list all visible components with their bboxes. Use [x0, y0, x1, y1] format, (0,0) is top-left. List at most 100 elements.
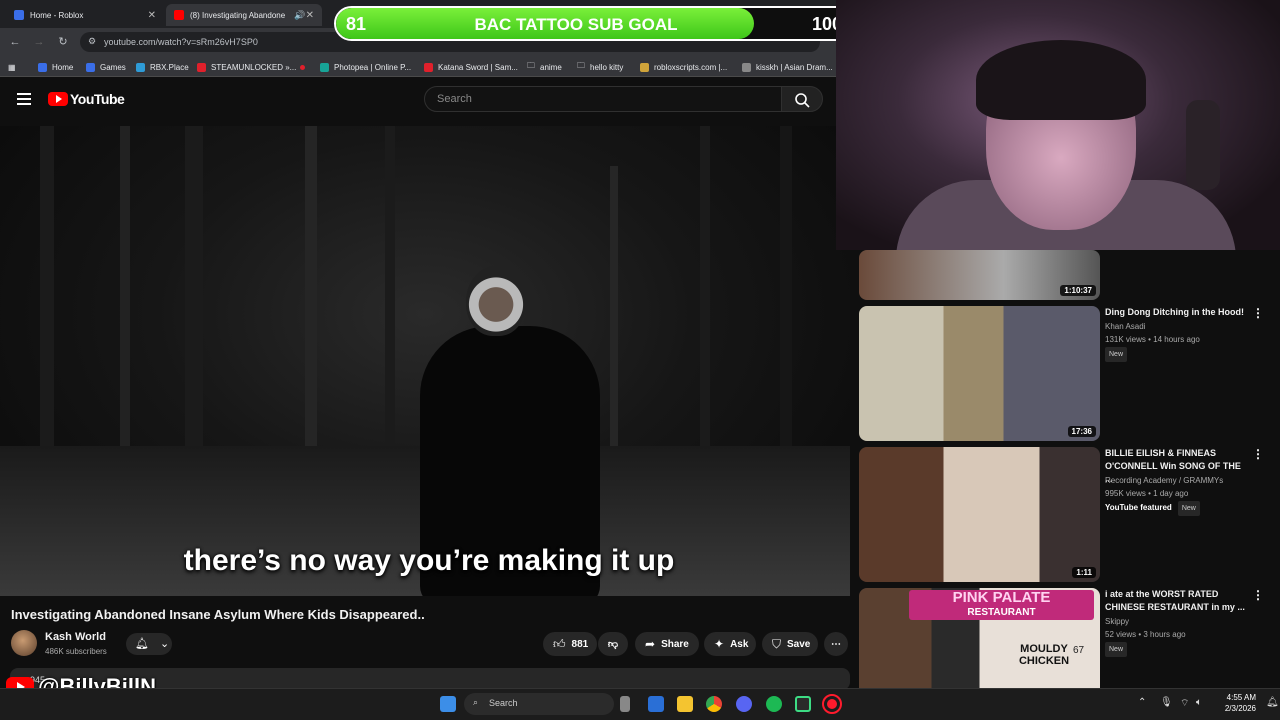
mic-icon[interactable]: 🎙︎ [1160, 697, 1173, 708]
apps-grid-icon[interactable]: ▦ [8, 60, 16, 74]
close-icon[interactable]: ✕ [148, 10, 156, 21]
recommendation-thumbnail[interactable]: 17:36 [859, 306, 1100, 441]
spotify-icon[interactable] [766, 696, 782, 712]
tab-label: (8) Investigating Abandone [190, 10, 286, 20]
ask-label: Ask [730, 638, 749, 650]
youtube-logo-text[interactable]: YouTube [70, 91, 125, 107]
chevron-down-icon: ⌄ [160, 638, 170, 650]
recommendation-title[interactable]: i ate at the WORST RATED CHINESE RESTAUR… [1105, 588, 1245, 614]
channel-name[interactable]: Kash World [45, 631, 106, 643]
thumbnail-rating: 67 [1073, 645, 1085, 656]
file-explorer-icon[interactable] [677, 696, 693, 712]
opera-icon[interactable] [822, 694, 842, 714]
subscriber-count: 486K subscribers [45, 647, 107, 656]
hamburger-menu-icon[interactable] [17, 93, 31, 105]
clock-time: 4:55 AM [1226, 693, 1256, 702]
bookmark-kisskh[interactable]: kisskh | Asian Dram... [742, 60, 833, 74]
close-icon[interactable]: ✕ [306, 10, 314, 21]
recommendation-channel[interactable]: Khan Asadi [1105, 320, 1145, 333]
like-count: 881 [571, 638, 589, 650]
tab-youtube-video[interactable]: (8) Investigating Abandone 🔊 ✕ [166, 4, 322, 26]
bookmark-favicon-icon [136, 62, 145, 72]
bookmark-label: Home [52, 62, 74, 72]
like-button[interactable]: 👍︎ 881 [543, 632, 597, 656]
bookmark-steamunlocked[interactable]: STEAMUNLOCKED »... [197, 60, 296, 74]
more-vertical-icon[interactable]: ⋮ [1252, 588, 1264, 602]
clock-date: 2/3/2026 [1224, 704, 1256, 713]
more-vertical-icon[interactable]: ⋮ [1252, 306, 1264, 320]
recommendation-thumbnail[interactable]: 1:11 [859, 447, 1100, 582]
video-caption: there’s no way you’re making it up [183, 544, 675, 577]
bookmark-favicon-icon [424, 62, 433, 72]
bookmark-home[interactable]: Home [38, 60, 73, 74]
recommendation-meta: 995K views • 1 day ago [1105, 489, 1189, 498]
notification-bell-button[interactable]: 🔔︎ ⌄ [126, 633, 172, 655]
app-icon[interactable] [795, 696, 811, 712]
bookmark-games[interactable]: Games [86, 60, 126, 74]
new-badge: New [1177, 501, 1200, 516]
bookmark-folder-hello-kitty[interactable]: 🗀 hello kitty [577, 60, 623, 74]
bookmark-label: RBX.Place [150, 62, 189, 72]
thumbnail-text: RESTAURANT [967, 607, 1036, 618]
volume-icon[interactable]: 🔈︎ [1196, 697, 1202, 708]
dislike-button[interactable]: 👎︎ [598, 632, 628, 656]
more-actions-button[interactable]: ⋯ [824, 632, 848, 656]
recommendation-channel[interactable]: Recording Academy / GRAMMYs [1105, 474, 1223, 487]
share-label: Share [661, 638, 689, 650]
windows-taskbar [0, 688, 1280, 720]
youtube-favicon-icon [174, 10, 184, 20]
bookmark-favicon-icon [197, 62, 206, 72]
back-icon[interactable]: ← [7, 34, 23, 50]
taskbar-search[interactable]: ⌕ Search [464, 693, 614, 715]
recommendation-thumbnail[interactable]: 1:10:37 [859, 250, 1100, 300]
chevron-up-icon[interactable]: ⌃ [1138, 697, 1146, 708]
channel-avatar[interactable] [11, 630, 37, 656]
recommendation-channel[interactable]: Skippy [1105, 615, 1129, 628]
ask-button[interactable]: ✦ Ask [704, 632, 756, 656]
tab-roblox-home[interactable]: Home - Roblox ✕ [6, 4, 164, 26]
bookmark-robloxscripts[interactable]: robloxscripts.com |... [640, 60, 727, 74]
recommendation-meta: 131K views • 14 hours ago [1105, 335, 1200, 344]
bell-icon: 🔔︎ [135, 638, 149, 650]
recommendation-meta: 52 views • 3 hours ago [1105, 630, 1186, 639]
reload-icon[interactable]: ↻ [55, 34, 71, 50]
share-button[interactable]: ➦ Share [635, 632, 699, 656]
url-text: youtube.com/watch?v=sRm26vH7SP0 [104, 37, 258, 47]
more-vertical-icon[interactable]: ⋮ [1252, 447, 1264, 461]
recommendation-title[interactable]: Ding Dong Ditching in the Hood! [1105, 306, 1245, 319]
recommendation-thumbnail[interactable]: PINK PALATE RESTAURANT MOULDY CHICKEN 67 [859, 588, 1100, 688]
tab-label: Home - Roblox [30, 10, 84, 20]
discord-icon[interactable] [736, 696, 752, 712]
search-icon [795, 93, 810, 108]
new-badge: New [1105, 642, 1128, 657]
folder-icon: 🗀 [527, 61, 535, 70]
speaker-icon[interactable]: 🔊 [294, 10, 305, 21]
wifi-icon[interactable]: ⌔ [1180, 697, 1189, 710]
search-input[interactable]: Search [424, 86, 782, 112]
bookmark-photopea[interactable]: Photopea | Online P... [320, 60, 411, 74]
taskbar-search-label: Search [489, 698, 518, 708]
bookmark-icon: ⛉ [772, 636, 782, 651]
webcam-overlay [836, 0, 1280, 250]
system-clock[interactable]: 4:55 AM 2/3/2026 [1210, 692, 1256, 714]
bookmark-red-dot[interactable] [300, 60, 310, 74]
bookmark-rbxplace[interactable]: RBX.Place [136, 60, 189, 74]
youtube-logo-icon[interactable] [48, 92, 68, 106]
video-duration: 17:36 [1067, 426, 1096, 437]
mic-icon[interactable] [620, 696, 630, 712]
chrome-icon[interactable] [706, 696, 722, 712]
bookmark-favicon-icon [320, 62, 329, 72]
bookmark-katana[interactable]: Katana Sword | Sam... [424, 60, 518, 74]
bookmark-folder-anime[interactable]: 🗀 anime [527, 60, 562, 74]
sparkle-icon: ✦ [714, 637, 725, 651]
site-info-icon[interactable]: ⚙ [88, 36, 96, 47]
video-player[interactable] [0, 126, 850, 596]
search-button[interactable] [781, 86, 823, 112]
windows-start-icon[interactable] [440, 696, 456, 712]
bookmark-label: hello kitty [590, 62, 624, 72]
video-duration: 1:10:37 [1060, 285, 1096, 296]
app-icon[interactable] [648, 696, 664, 712]
forward-icon[interactable]: → [31, 34, 47, 50]
notification-icon[interactable]: 🔔︎ [1266, 697, 1279, 708]
save-button[interactable]: ⛉ Save [762, 632, 818, 656]
